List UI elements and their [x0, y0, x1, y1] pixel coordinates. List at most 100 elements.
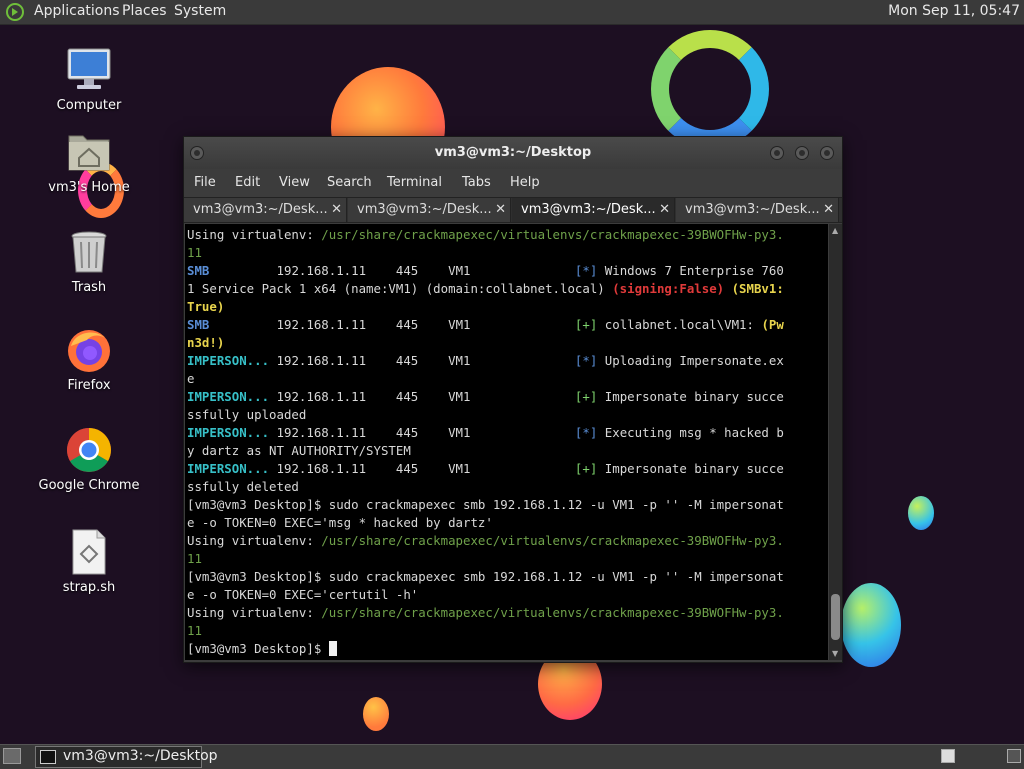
terminal-line: IMPERSON... 192.168.1.11 445 VM1 [+] Imp… [187, 388, 828, 406]
mate-logo-icon[interactable] [6, 3, 24, 21]
clock[interactable]: Mon Sep 11, 05:47 [888, 3, 1020, 19]
home-folder-icon [65, 128, 113, 176]
terminal-segment: 11 [187, 623, 202, 638]
terminal-line: True) [187, 298, 828, 316]
desktop-icon-label: Google Chrome [38, 478, 140, 493]
desktop-icon-label: vm3's Home [48, 180, 130, 195]
terminal-segment: IMPERSON... [187, 353, 270, 368]
menu-search[interactable]: Search [327, 175, 372, 190]
terminal-segment: e -o TOKEN=0 EXEC='certutil -h' [187, 587, 419, 602]
terminal-segment: collabnet.local\VM1: [597, 317, 762, 332]
terminal-segment: SMB [187, 263, 210, 278]
menu-places[interactable]: Places [122, 3, 167, 19]
tab-label: vm3@vm3:~/Desk... [193, 202, 328, 217]
terminal-segment: y dartz as NT AUTHORITY/SYSTEM [187, 443, 411, 458]
desktop-icon-firefox[interactable]: Firefox [34, 326, 144, 393]
window-titlebar[interactable]: vm3@vm3:~/Desktop [184, 137, 842, 169]
terminal-segment: (Pw [761, 317, 784, 332]
desktop-icon-label: Computer [56, 98, 122, 113]
desktop-icon-trash[interactable]: Trash [34, 228, 144, 295]
chrome-icon [65, 426, 113, 474]
desktop-icon-label: Firefox [67, 378, 111, 393]
menu-tabs[interactable]: Tabs [462, 175, 491, 190]
close-button[interactable] [820, 146, 834, 160]
menu-file[interactable]: File [194, 175, 216, 190]
terminal-segment: [+] [574, 389, 598, 404]
terminal-line: IMPERSON... 192.168.1.11 445 VM1 [+] Imp… [187, 460, 828, 478]
shell-script-icon [65, 528, 113, 576]
workspace-2[interactable] [1007, 749, 1021, 763]
terminal-segment: e -o TOKEN=0 EXEC='msg * hacked by dartz… [187, 515, 493, 530]
tab-label: vm3@vm3:~/Desk... [521, 202, 656, 217]
menu-applications[interactable]: Applications [34, 3, 120, 19]
scroll-up-icon[interactable]: ▲ [832, 226, 838, 235]
terminal-segment: Using virtualenv: [187, 605, 322, 620]
terminal-segment: [vm3@vm3 Desktop]$ sudo crackmapexec smb… [187, 569, 784, 584]
terminal-scrollbar[interactable]: ▲ ▼ [829, 224, 842, 660]
menu-view[interactable]: View [279, 175, 310, 190]
terminal-tab[interactable]: vm3@vm3:~/Desk... ✕ [184, 198, 347, 222]
close-icon[interactable]: ✕ [823, 198, 834, 222]
terminal-segment: 1 Service Pack 1 x64 (name:VM1) (domain:… [187, 281, 613, 296]
taskbar-terminal-button[interactable]: vm3@vm3:~/Desktop [35, 746, 218, 768]
menu-edit[interactable]: Edit [235, 175, 260, 190]
terminal-segment: 192.168.1.11 445 VM1 [269, 353, 575, 368]
terminal-line: Using virtualenv: /usr/share/crackmapexe… [187, 532, 828, 550]
terminal-segment: SMB [187, 317, 210, 332]
terminal-segment: /usr/share/crackmapexec/virtualenvs/crac… [321, 227, 784, 242]
trash-icon [65, 228, 113, 276]
menu-help[interactable]: Help [510, 175, 540, 190]
tab-label: vm3@vm3:~/Desk... [685, 202, 820, 217]
terminal-tabbar: vm3@vm3:~/Desk... ✕ vm3@vm3:~/Desk... ✕ … [184, 197, 842, 223]
terminal-segment: 192.168.1.11 445 VM1 [269, 389, 575, 404]
close-icon[interactable]: ✕ [659, 198, 670, 222]
desktop-icon-chrome[interactable]: Google Chrome [34, 426, 144, 493]
show-desktop-button[interactable] [3, 748, 21, 764]
terminal-line: y dartz as NT AUTHORITY/SYSTEM [187, 442, 828, 460]
wallpaper-blue-blob [841, 583, 901, 667]
maximize-button[interactable] [795, 146, 809, 160]
firefox-icon [65, 326, 113, 374]
desktop-icon-computer[interactable]: Computer [34, 46, 144, 113]
close-icon[interactable]: ✕ [331, 198, 342, 222]
desktop-icon-strap-sh[interactable]: strap.sh [34, 528, 144, 595]
terminal-segment: 192.168.1.11 445 VM1 [209, 263, 575, 278]
terminal-segment: (SMBv1: [731, 281, 784, 296]
terminal-segment: IMPERSON... [187, 425, 270, 440]
terminal-line: 11 [187, 550, 828, 568]
menu-terminal[interactable]: Terminal [387, 175, 442, 190]
terminal-segment: Windows 7 Enterprise 760 [597, 263, 784, 278]
terminal-segment: (signing:False) [612, 281, 725, 296]
terminal-output[interactable]: Using virtualenv: /usr/share/crackmapexe… [185, 224, 828, 660]
terminal-line: n3d!) [187, 334, 828, 352]
top-panel: Applications Places System Mon Sep 11, 0… [0, 0, 1024, 25]
terminal-line: [vm3@vm3 Desktop]$ [187, 640, 828, 658]
scroll-thumb[interactable] [831, 594, 840, 640]
terminal-segment: Impersonate binary succe [597, 389, 784, 404]
terminal-segment: [*] [574, 425, 598, 440]
window-title: vm3@vm3:~/Desktop [434, 145, 592, 160]
terminal-tab[interactable]: vm3@vm3:~/Desk... ✕ [348, 198, 511, 222]
terminal-segment: Using virtualenv: [187, 227, 322, 242]
desktop-icon-home[interactable]: vm3's Home [34, 128, 144, 195]
scroll-down-icon[interactable]: ▼ [832, 649, 838, 658]
terminal-text: Using virtualenv: /usr/share/crackmapexe… [185, 224, 828, 658]
terminal-segment: /usr/share/crackmapexec/virtualenvs/crac… [321, 533, 784, 548]
workspace-1[interactable] [941, 749, 955, 763]
terminal-segment: 192.168.1.11 445 VM1 [269, 461, 575, 476]
terminal-cursor [328, 641, 337, 656]
terminal-line: [vm3@vm3 Desktop]$ sudo crackmapexec smb… [187, 496, 828, 514]
terminal-tab[interactable]: vm3@vm3:~/Desk... ✕ [676, 198, 839, 222]
terminal-line: Using virtualenv: /usr/share/crackmapexe… [187, 226, 828, 244]
window-menu-button[interactable] [190, 146, 204, 160]
computer-icon [65, 46, 113, 94]
terminal-line: SMB 192.168.1.11 445 VM1 [*] Windows 7 E… [187, 262, 828, 280]
menu-system[interactable]: System [174, 3, 226, 19]
terminal-line: SMB 192.168.1.11 445 VM1 [+] collabnet.l… [187, 316, 828, 334]
terminal-segment: Using virtualenv: [187, 533, 322, 548]
terminal-tab-active[interactable]: vm3@vm3:~/Desk... ✕ [512, 198, 675, 222]
terminal-line: e -o TOKEN=0 EXEC='certutil -h' [187, 586, 828, 604]
desktop-icon-label: strap.sh [62, 580, 116, 595]
minimize-button[interactable] [770, 146, 784, 160]
close-icon[interactable]: ✕ [495, 198, 506, 222]
